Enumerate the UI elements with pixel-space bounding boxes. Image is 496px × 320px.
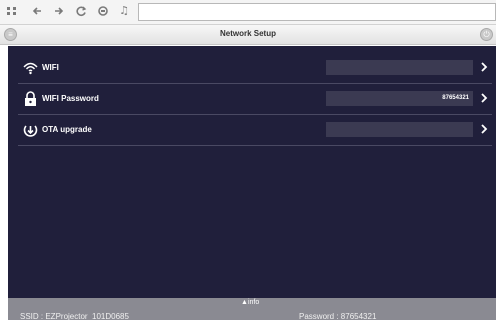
wifi-icon xyxy=(22,59,39,76)
chevron-right-icon[interactable] xyxy=(479,123,489,135)
back-icon[interactable] xyxy=(30,4,44,18)
info-bar: ▲info SSID : EZProjector_101D0685 Passwo… xyxy=(8,298,496,320)
ota-upgrade-label: OTA upgrade xyxy=(42,125,92,134)
password-text: Password : 87654321 xyxy=(299,312,377,320)
wifi-password-row[interactable]: WIFI Password 87654321 xyxy=(18,84,492,115)
reload-icon[interactable] xyxy=(74,4,88,18)
wifi-password-field[interactable]: 87654321 xyxy=(326,91,473,106)
forward-icon[interactable] xyxy=(52,4,66,18)
upgrade-icon xyxy=(22,121,39,138)
ota-upgrade-field[interactable] xyxy=(326,122,473,137)
wifi-label: WIFI xyxy=(42,63,59,72)
ota-upgrade-row[interactable]: OTA upgrade xyxy=(18,115,492,146)
network-setup-panel: WIFI WIFI Password 87654321 OTA upgrade xyxy=(8,46,496,298)
wifi-row[interactable]: WIFI xyxy=(18,53,492,84)
chevron-right-icon[interactable] xyxy=(479,61,489,73)
page-title: Network Setup xyxy=(219,29,276,38)
ssid-text: SSID : EZProjector_101D0685 xyxy=(20,312,129,320)
info-toggle[interactable]: ▲info xyxy=(241,299,259,306)
lock-icon xyxy=(22,90,39,107)
wifi-password-label: WIFI Password xyxy=(42,94,99,103)
music-icon[interactable]: ♫ xyxy=(117,4,131,18)
app-header: ≡ Network Setup ⏻ xyxy=(0,25,496,45)
chevron-up-icon: ▲ xyxy=(241,299,248,306)
power-circle-icon[interactable]: ⏻ xyxy=(480,28,493,41)
stop-icon[interactable] xyxy=(96,4,110,18)
url-bar[interactable] xyxy=(138,3,496,21)
apps-icon[interactable] xyxy=(5,4,19,18)
wifi-field[interactable] xyxy=(326,60,473,75)
chevron-right-icon[interactable] xyxy=(479,92,489,104)
browser-toolbar: ♫ xyxy=(0,0,496,25)
info-toggle-label: info xyxy=(247,299,260,306)
